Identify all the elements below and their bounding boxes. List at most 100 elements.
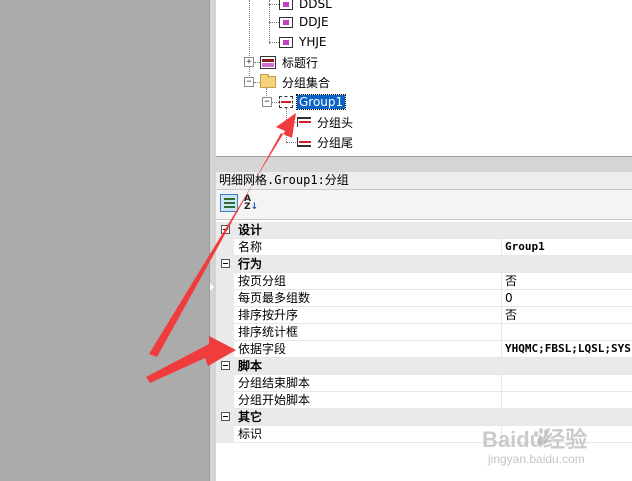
tree-item-label-selected: Group1	[295, 94, 347, 110]
tree-item-group1[interactable]: Group1	[279, 93, 347, 111]
property-row[interactable]: 排序按升序 否	[216, 307, 632, 324]
category-label: 设计	[234, 222, 632, 239]
property-name: 分组结束脚本	[234, 375, 502, 392]
property-name: 标识	[234, 426, 502, 443]
category-label: 脚本	[234, 358, 632, 375]
field-icon	[279, 36, 293, 48]
row-gutter	[216, 426, 234, 443]
property-name: 每页最多组数	[234, 290, 502, 307]
tree-item-label: 标题行	[282, 55, 319, 70]
tree-line	[249, 0, 250, 84]
tree-line	[269, 22, 279, 23]
collapse-minus-icon[interactable]	[221, 412, 230, 421]
category-label: 其它	[234, 409, 632, 426]
category-script[interactable]: 脚本	[216, 358, 632, 375]
property-value[interactable]	[502, 426, 632, 443]
right-panel: DDSL DDJE YHJE + 标题行 − 分组集合 − Group1 分组头	[216, 0, 632, 481]
row-gutter	[216, 307, 234, 324]
category-design[interactable]: 设计	[216, 222, 632, 239]
property-row[interactable]: 标识	[216, 426, 632, 443]
collapse-minus-icon[interactable]: −	[262, 97, 272, 107]
tree-item-group-header[interactable]: 分组头	[297, 113, 355, 131]
tree-line	[271, 102, 279, 103]
tree-line	[286, 122, 296, 123]
row-gutter	[216, 239, 234, 256]
property-value[interactable]	[502, 324, 632, 341]
tree-item-label: 分组尾	[317, 135, 354, 150]
property-name: 分组开始脚本	[234, 392, 502, 409]
property-row[interactable]: 分组结束脚本	[216, 375, 632, 392]
title-row-icon	[260, 55, 276, 69]
sort-az-icon: A Z↓	[244, 194, 259, 212]
category-label: 行为	[234, 256, 632, 273]
property-row[interactable]: 名称 Group1	[216, 239, 632, 256]
property-toolbar: A Z↓	[216, 190, 632, 220]
tree-line	[269, 42, 279, 43]
group-icon	[279, 96, 293, 108]
collapse-minus-icon[interactable]: −	[244, 77, 254, 87]
property-row[interactable]: 按页分组 否	[216, 273, 632, 290]
field-icon	[279, 0, 293, 10]
tree-line	[269, 4, 279, 5]
property-value[interactable]: 0	[502, 290, 632, 307]
property-value[interactable]: Group1	[502, 239, 632, 256]
row-gutter	[216, 375, 234, 392]
property-name: 按页分组	[234, 273, 502, 290]
row-gutter	[216, 324, 234, 341]
property-row[interactable]: 排序统计框	[216, 324, 632, 341]
expand-plus-icon[interactable]: +	[244, 57, 254, 67]
row-gutter	[216, 358, 234, 375]
property-name: 名称	[234, 239, 502, 256]
property-row[interactable]: 依据字段 YHQMC;FBSL;LQSL;SYS	[216, 341, 632, 358]
tree-item-label: 分组头	[317, 115, 354, 130]
object-tree: DDSL DDJE YHJE + 标题行 − 分组集合 − Group1 分组头	[216, 0, 632, 156]
categorized-button[interactable]	[220, 194, 238, 212]
collapse-minus-icon[interactable]	[221, 259, 230, 268]
tree-item-ddsl[interactable]: DDSL	[279, 0, 334, 13]
property-value[interactable]	[502, 392, 632, 409]
group-footer-icon	[297, 137, 311, 147]
tree-item-label: DDJE	[299, 15, 329, 29]
property-panel-title: 明细网格.Group1:分组	[216, 172, 632, 190]
tree-item-label: DDSL	[299, 0, 332, 11]
row-gutter	[216, 341, 234, 358]
tree-item-group-collection[interactable]: 分组集合	[260, 73, 332, 91]
row-gutter	[216, 392, 234, 409]
property-value[interactable]: 否	[502, 307, 632, 324]
folder-icon	[260, 74, 276, 88]
group-header-icon	[297, 117, 311, 127]
property-value[interactable]	[502, 375, 632, 392]
property-row[interactable]: 每页最多组数 0	[216, 290, 632, 307]
property-row[interactable]: 分组开始脚本	[216, 392, 632, 409]
splitter-collapse-arrow-icon[interactable]	[210, 283, 214, 291]
tree-item-title-row[interactable]: 标题行	[260, 53, 320, 71]
row-gutter	[216, 273, 234, 290]
tree-item-ddje[interactable]: DDJE	[279, 13, 331, 31]
tree-line	[286, 108, 287, 142]
property-grid: 设计 名称 Group1 行为 按页分组 否 每页最多组数 0 排序按升序 否	[216, 220, 632, 481]
category-other[interactable]: 其它	[216, 409, 632, 426]
field-icon	[279, 16, 293, 28]
tree-item-label: 分组集合	[282, 75, 331, 90]
collapse-minus-icon[interactable]	[221, 225, 230, 234]
tree-item-label: YHJE	[299, 35, 327, 49]
property-name: 排序统计框	[234, 324, 502, 341]
left-pane	[0, 0, 209, 481]
property-name: 排序按升序	[234, 307, 502, 324]
row-gutter	[216, 409, 234, 426]
tree-item-group-footer[interactable]: 分组尾	[297, 133, 355, 151]
property-value[interactable]: YHQMC;FBSL;LQSL;SYS	[502, 341, 632, 358]
horizontal-splitter[interactable]	[216, 156, 632, 172]
categorized-icon	[224, 198, 235, 209]
tree-item-yhje[interactable]: YHJE	[279, 33, 328, 51]
row-gutter	[216, 290, 234, 307]
row-gutter	[216, 256, 234, 273]
category-behavior[interactable]: 行为	[216, 256, 632, 273]
property-value[interactable]: 否	[502, 273, 632, 290]
alphabetical-button[interactable]: A Z↓	[242, 194, 260, 212]
property-name: 依据字段	[234, 341, 502, 358]
tree-line	[286, 142, 296, 143]
collapse-minus-icon[interactable]	[221, 361, 230, 370]
row-gutter	[216, 222, 234, 239]
vertical-splitter[interactable]	[209, 0, 216, 481]
